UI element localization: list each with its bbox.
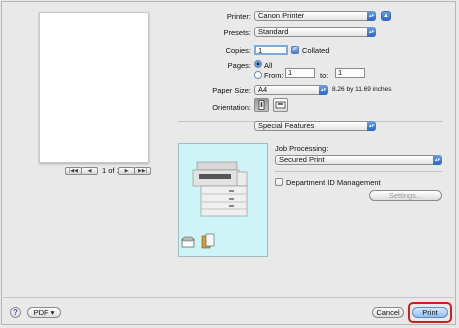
updown-arrows-icon: ▴▾	[433, 155, 442, 165]
pages-all-label: All	[264, 61, 273, 70]
pages-from-field[interactable]: 1	[285, 68, 315, 78]
output-tray-icons	[181, 233, 215, 249]
printer-label: Printer:	[226, 12, 251, 21]
updown-arrows-icon: ▴▾	[319, 85, 328, 95]
presets-select[interactable]: Standard ▴▾	[254, 27, 376, 37]
disclosure-button[interactable]: ▲	[381, 11, 391, 21]
pages-from-radio[interactable]	[254, 71, 262, 79]
separator	[275, 171, 442, 172]
pages-label: Pages:	[227, 61, 251, 70]
copies-field[interactable]: 1	[254, 45, 288, 55]
section-value: Special Features	[258, 121, 315, 130]
next-page-button[interactable]: ▶	[118, 167, 135, 175]
pages-to-field[interactable]: 1	[335, 68, 365, 78]
job-processing-label: Job Processing:	[275, 144, 329, 153]
job-processing-select[interactable]: Secured Print ▴▾	[275, 155, 442, 165]
collated-checkbox[interactable]: ✓	[291, 46, 299, 54]
print-button[interactable]: Print	[412, 307, 448, 318]
landscape-icon	[275, 101, 286, 109]
paper-size-select[interactable]: A4 ▴▾	[254, 85, 328, 95]
printer-select[interactable]: Canon Printer ▴▾	[254, 11, 376, 21]
updown-arrows-icon: ▴▾	[367, 11, 376, 21]
orientation-label: Orientation:	[212, 103, 251, 112]
first-page-button[interactable]: |◀◀	[65, 167, 82, 175]
settings-button[interactable]: Settings...	[369, 190, 442, 201]
presets-label: Presets:	[223, 28, 251, 37]
printer-value: Canon Printer	[258, 11, 305, 20]
pages-from-label: From:	[264, 71, 284, 80]
help-button[interactable]: ?	[10, 307, 21, 318]
portrait-orientation-button[interactable]	[254, 98, 269, 112]
cancel-button[interactable]: Cancel	[372, 307, 404, 318]
paper-dimensions: 8.26 by 11.69 inches	[332, 86, 392, 93]
collated-label: Collated	[302, 46, 330, 55]
copies-label: Copies:	[225, 46, 251, 55]
portrait-icon	[258, 100, 265, 110]
pdf-menu-button[interactable]: PDF ▾	[27, 307, 61, 318]
paper-size-value: A4	[258, 85, 268, 94]
last-page-button[interactable]: ▶▶|	[134, 167, 151, 175]
previous-page-button[interactable]: ◀	[81, 167, 98, 175]
page-preview	[39, 12, 149, 163]
pages-all-radio[interactable]	[254, 60, 262, 68]
presets-value: Standard	[258, 27, 289, 36]
paper-size-label: Paper Size:	[212, 86, 251, 95]
section-select[interactable]: Special Features ▴▾	[254, 121, 376, 131]
department-id-checkbox[interactable]	[275, 178, 283, 186]
updown-arrows-icon: ▴▾	[367, 27, 376, 37]
landscape-orientation-button[interactable]	[273, 98, 288, 112]
updown-arrows-icon: ▴▾	[367, 121, 376, 131]
footer-separator	[3, 297, 454, 298]
pages-to-label: to:	[320, 71, 329, 80]
department-id-label: Department ID Management	[286, 178, 381, 187]
job-processing-value: Secured Print	[279, 155, 325, 164]
